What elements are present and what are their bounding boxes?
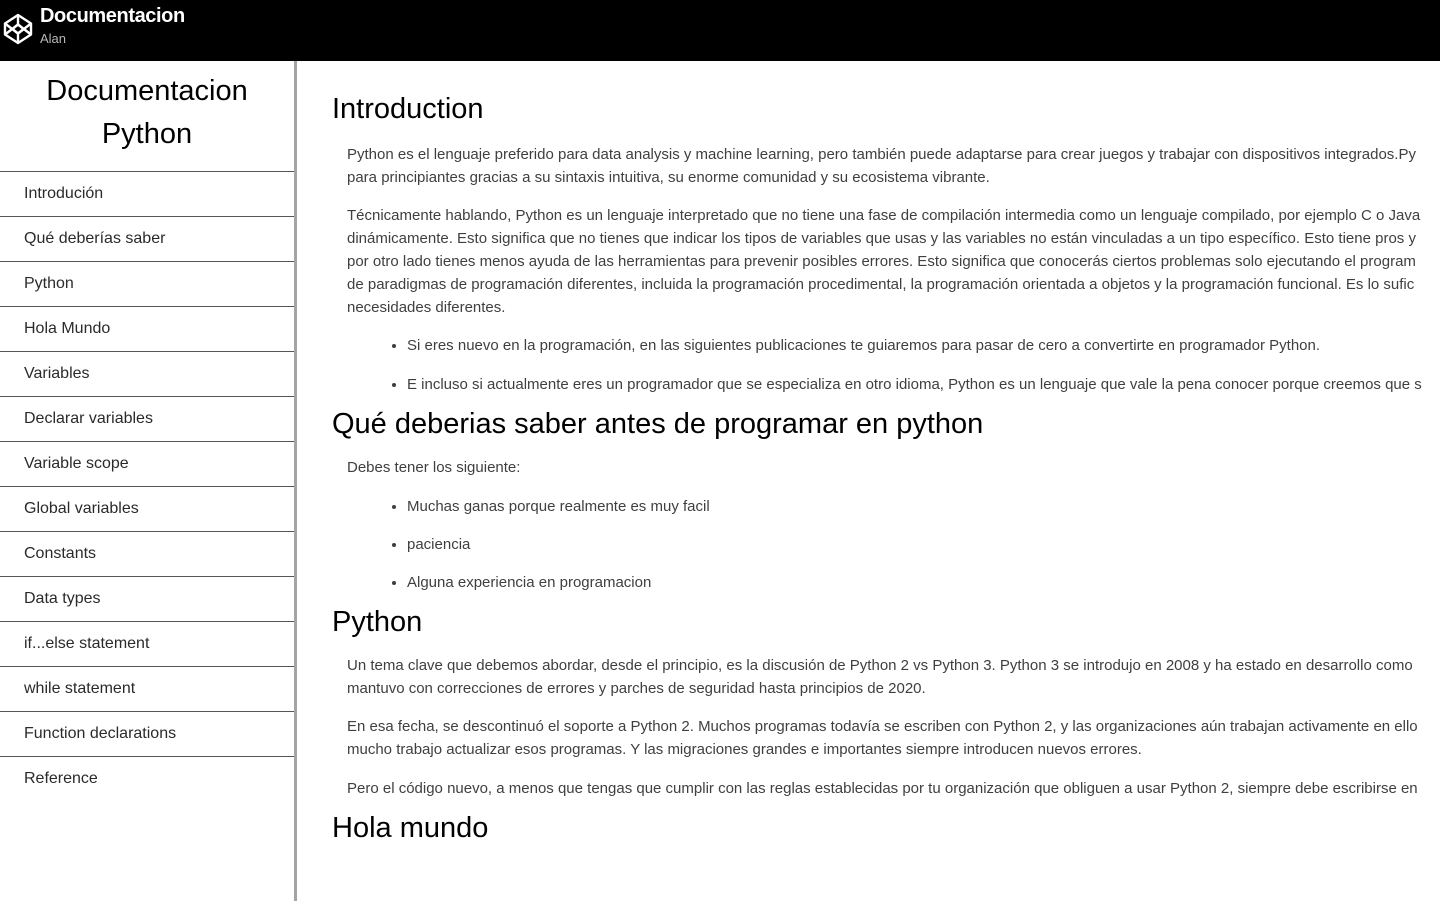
paragraph-line: En esa fecha, se descontinuó el soporte … — [347, 718, 1418, 735]
nav-link-declarar-variables[interactable]: Declarar variables — [0, 397, 294, 442]
section-hola-mundo: Hola mundo — [332, 810, 1440, 846]
nav-link-data-types[interactable]: Data types — [0, 577, 294, 622]
section-heading: Python — [332, 606, 423, 638]
pen-author[interactable]: Alan — [40, 31, 66, 47]
section-heading: Qué deberias saber antes de programar en… — [332, 408, 984, 440]
bullet-list: Si eres nuevo en la programación, en las… — [332, 334, 1440, 396]
section-heading: Hola mundo — [332, 812, 489, 844]
list-item: Si eres nuevo en la programación, en las… — [407, 334, 1440, 357]
paragraph-line: Un tema clave que debemos abordar, desde… — [347, 657, 1413, 674]
paragraph-line: de paradigmas de programación diferentes… — [347, 276, 1415, 293]
nav-list: Introdución Qué deberías saber Python Ho… — [0, 172, 294, 802]
nav-link-global-variables[interactable]: Global variables — [0, 487, 294, 532]
paragraph-line: Debes tener los siguiente: — [347, 459, 521, 476]
list-item: E incluso si actualmente eres un program… — [407, 373, 1440, 396]
paragraph-line: por otro lado tienes menos ayuda de las … — [347, 253, 1416, 270]
nav-link-que-deberias-saber[interactable]: Qué deberías saber — [0, 217, 294, 262]
navbar: Documentacion Python Introdución Qué deb… — [0, 61, 297, 901]
section-heading: Introduction — [332, 93, 484, 125]
bullet-list: Muchas ganas porque realmente es muy fac… — [332, 495, 1440, 594]
paragraph-line: necesidades diferentes. — [347, 299, 506, 316]
main-doc: Introduction Python es el lenguaje prefe… — [332, 61, 1440, 901]
nav-link-constants[interactable]: Constants — [0, 532, 294, 577]
nav-link-variables[interactable]: Variables — [0, 352, 294, 397]
paragraph-line: Pero el código nuevo, a menos que tengas… — [347, 780, 1418, 797]
paragraph-line: mantuvo con correcciones de errores y pa… — [347, 680, 926, 697]
paragraph-line: dinámicamente. Esto significa que no tie… — [347, 230, 1416, 247]
nav-title-line1: Documentacion — [46, 75, 248, 107]
pen-title[interactable]: Documentacion — [40, 4, 185, 28]
section-introduction: Introduction Python es el lenguaje prefe… — [332, 91, 1440, 396]
list-item: Muchas ganas porque realmente es muy fac… — [407, 495, 1440, 518]
section-python: Python Un tema clave que debemos abordar… — [332, 604, 1440, 800]
nav-link-python[interactable]: Python — [0, 262, 294, 307]
paragraph-line: mucho trabajo actualizar esos programas.… — [347, 741, 1142, 758]
paragraph-line: Técnicamente hablando, Python es un leng… — [347, 207, 1421, 224]
nav-link-reference[interactable]: Reference — [0, 757, 294, 802]
nav-title-line2: Python — [101, 118, 193, 150]
nav-link-introduccion[interactable]: Introdución — [0, 172, 294, 217]
list-item: paciencia — [407, 533, 1440, 556]
nav-link-function-declarations[interactable]: Function declarations — [0, 712, 294, 757]
section-que-deberias-saber: Qué deberias saber antes de programar en… — [332, 406, 1440, 594]
codepen-icon[interactable] — [2, 12, 34, 46]
paragraph-line: para principiantes gracias a su sintaxis… — [347, 169, 990, 186]
nav-link-variable-scope[interactable]: Variable scope — [0, 442, 294, 487]
list-item: Alguna experiencia en programacion — [407, 571, 1440, 594]
nav-link-while[interactable]: while statement — [0, 667, 294, 712]
nav-link-if-else[interactable]: if...else statement — [0, 622, 294, 667]
nav-title: Documentacion Python — [0, 61, 294, 172]
paragraph-line: Python es el lenguaje preferido para dat… — [347, 146, 1416, 163]
top-bar: Documentacion Alan — [0, 0, 1440, 61]
nav-link-hola-mundo[interactable]: Hola Mundo — [0, 307, 294, 352]
